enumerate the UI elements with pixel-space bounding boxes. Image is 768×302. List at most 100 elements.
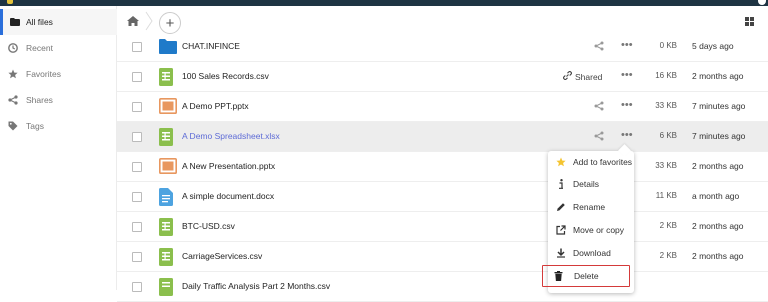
spreadsheet-icon[interactable] — [159, 278, 173, 298]
tag-icon — [0, 121, 26, 131]
share-icon[interactable] — [594, 131, 604, 143]
menu-item-label: Delete — [574, 271, 599, 281]
file-modified: 7 minutes ago — [692, 101, 746, 111]
table-row[interactable]: A simple document.docx 11 KB a month ago — [117, 182, 768, 212]
more-actions-button[interactable]: ••• — [621, 40, 633, 51]
file-name[interactable]: A New Presentation.pptx — [182, 161, 275, 171]
menu-item-label: Add to favorites — [573, 157, 633, 167]
table-row[interactable]: A Demo Spreadsheet.xlsx ••• 6 KB 7 minut… — [117, 122, 768, 152]
table-row[interactable]: CarriageServices.csv 2 KB 2 months ago — [117, 242, 768, 272]
menu-item-rename[interactable]: Rename — [548, 196, 634, 218]
breadcrumb-separator-icon — [145, 11, 153, 31]
user-avatar[interactable] — [758, 0, 766, 5]
link-icon — [562, 70, 573, 82]
file-modified: 2 months ago — [692, 71, 744, 81]
share-icon[interactable] — [594, 101, 604, 113]
new-file-button[interactable]: + — [159, 12, 181, 34]
menu-item-label: Download — [573, 248, 611, 258]
file-name[interactable]: A simple document.docx — [182, 191, 274, 201]
sidebar-item-shares[interactable]: Shares — [0, 87, 117, 113]
file-name[interactable]: CHAT.INFINCE — [182, 41, 240, 51]
file-name[interactable]: 100 Sales Records.csv — [182, 71, 269, 81]
sidebar-item-recent[interactable]: Recent — [0, 35, 117, 61]
folder-icon[interactable] — [159, 38, 177, 56]
table-row[interactable]: Daily Traffic Analysis Part 2 Months.csv — [117, 272, 768, 302]
more-actions-button[interactable]: ••• — [621, 130, 633, 141]
spreadsheet-icon[interactable] — [159, 248, 173, 268]
file-modified: 7 minutes ago — [692, 131, 746, 141]
table-row[interactable]: BTC-USD.csv 2 KB 2 months ago — [117, 212, 768, 242]
menu-item-label: Move or copy — [573, 225, 625, 235]
row-checkbox[interactable] — [132, 162, 142, 172]
folder-icon — [3, 18, 26, 26]
trash-icon — [543, 271, 574, 281]
file-name[interactable]: A Demo PPT.pptx — [182, 101, 249, 111]
sidebar-item-favorites[interactable]: Favorites — [0, 61, 117, 87]
grid-view-icon[interactable] — [745, 17, 754, 28]
row-checkbox[interactable] — [132, 252, 142, 262]
file-modified: 2 months ago — [692, 251, 744, 261]
row-checkbox[interactable] — [132, 102, 142, 112]
row-checkbox[interactable] — [132, 282, 142, 292]
sidebar-item-tags[interactable]: Tags — [0, 113, 117, 139]
file-list-area: + CHAT.INFINCE ••• 0 KB 5 days ago 100 S… — [117, 6, 768, 302]
spreadsheet-icon[interactable] — [159, 128, 173, 148]
file-name[interactable]: BTC-USD.csv — [182, 221, 235, 231]
spreadsheet-icon[interactable] — [159, 218, 173, 238]
app-logo[interactable] — [7, 0, 13, 4]
table-row[interactable]: CHAT.INFINCE ••• 0 KB 5 days ago — [117, 32, 768, 62]
row-checkbox[interactable] — [132, 192, 142, 202]
star-icon — [548, 157, 573, 167]
file-size: 6 KB — [659, 131, 677, 140]
home-icon[interactable] — [127, 16, 139, 28]
menu-item-move-or-copy[interactable]: Move or copy — [548, 219, 634, 241]
spreadsheet-icon[interactable] — [159, 68, 173, 88]
shared-label: Shared — [575, 71, 603, 82]
sidebar-item-label: Favorites — [26, 69, 61, 79]
row-checkbox[interactable] — [132, 42, 142, 52]
sidebar-item-label: Tags — [26, 121, 44, 131]
menu-item-add-to-favorites[interactable]: Add to favorites — [548, 151, 634, 173]
share-icon[interactable] — [594, 41, 604, 53]
more-actions-button[interactable]: ••• — [621, 70, 633, 81]
pencil-icon — [548, 202, 573, 212]
file-size: 33 KB — [655, 101, 677, 110]
file-size: 33 KB — [655, 161, 677, 170]
more-actions-button[interactable]: ••• — [621, 100, 633, 111]
document-icon[interactable] — [159, 188, 173, 208]
file-modified: a month ago — [692, 191, 740, 201]
sidebar-item-all-files[interactable]: All files — [0, 9, 117, 35]
clock-icon — [0, 43, 26, 53]
table-row[interactable]: A New Presentation.pptx 33 KB 2 months a… — [117, 152, 768, 182]
row-checkbox[interactable] — [132, 72, 142, 82]
sidebar-item-label: All files — [26, 17, 53, 27]
row-checkbox[interactable] — [132, 132, 142, 142]
menu-item-download[interactable]: Download — [548, 242, 634, 264]
row-checkbox[interactable] — [132, 222, 142, 232]
file-size: 16 KB — [655, 71, 677, 80]
file-size: 2 KB — [659, 221, 677, 230]
sidebar-item-label: Shares — [26, 95, 53, 105]
menu-item-label: Rename — [573, 202, 606, 212]
file-name[interactable]: CarriageServices.csv — [182, 251, 262, 261]
file-modified: 2 months ago — [692, 221, 744, 231]
file-name[interactable]: A Demo Spreadsheet.xlsx — [182, 131, 280, 141]
menu-item-delete[interactable]: Delete — [542, 265, 630, 287]
external-link-icon — [548, 225, 573, 235]
presentation-icon[interactable] — [159, 158, 177, 176]
table-row[interactable]: 100 Sales Records.csv Shared ••• 16 KB 2… — [117, 62, 768, 92]
file-size: 2 KB — [659, 251, 677, 260]
menu-item-details[interactable]: Details — [548, 173, 634, 195]
download-icon — [548, 248, 573, 258]
table-row[interactable]: A Demo PPT.pptx ••• 33 KB 7 minutes ago — [117, 92, 768, 122]
file-size: 11 KB — [655, 191, 677, 200]
info-icon — [548, 179, 573, 189]
share-icon — [0, 95, 26, 105]
menu-item-label: Details — [573, 179, 599, 189]
file-modified: 5 days ago — [692, 41, 734, 51]
star-icon — [0, 69, 26, 79]
file-actions-menu: Add to favorites Details Rename Move or … — [542, 151, 634, 293]
shared-indicator[interactable]: Shared — [562, 70, 603, 82]
presentation-icon[interactable] — [159, 98, 177, 116]
sidebar: All files Recent Favorites Shares Tags — [0, 6, 117, 290]
